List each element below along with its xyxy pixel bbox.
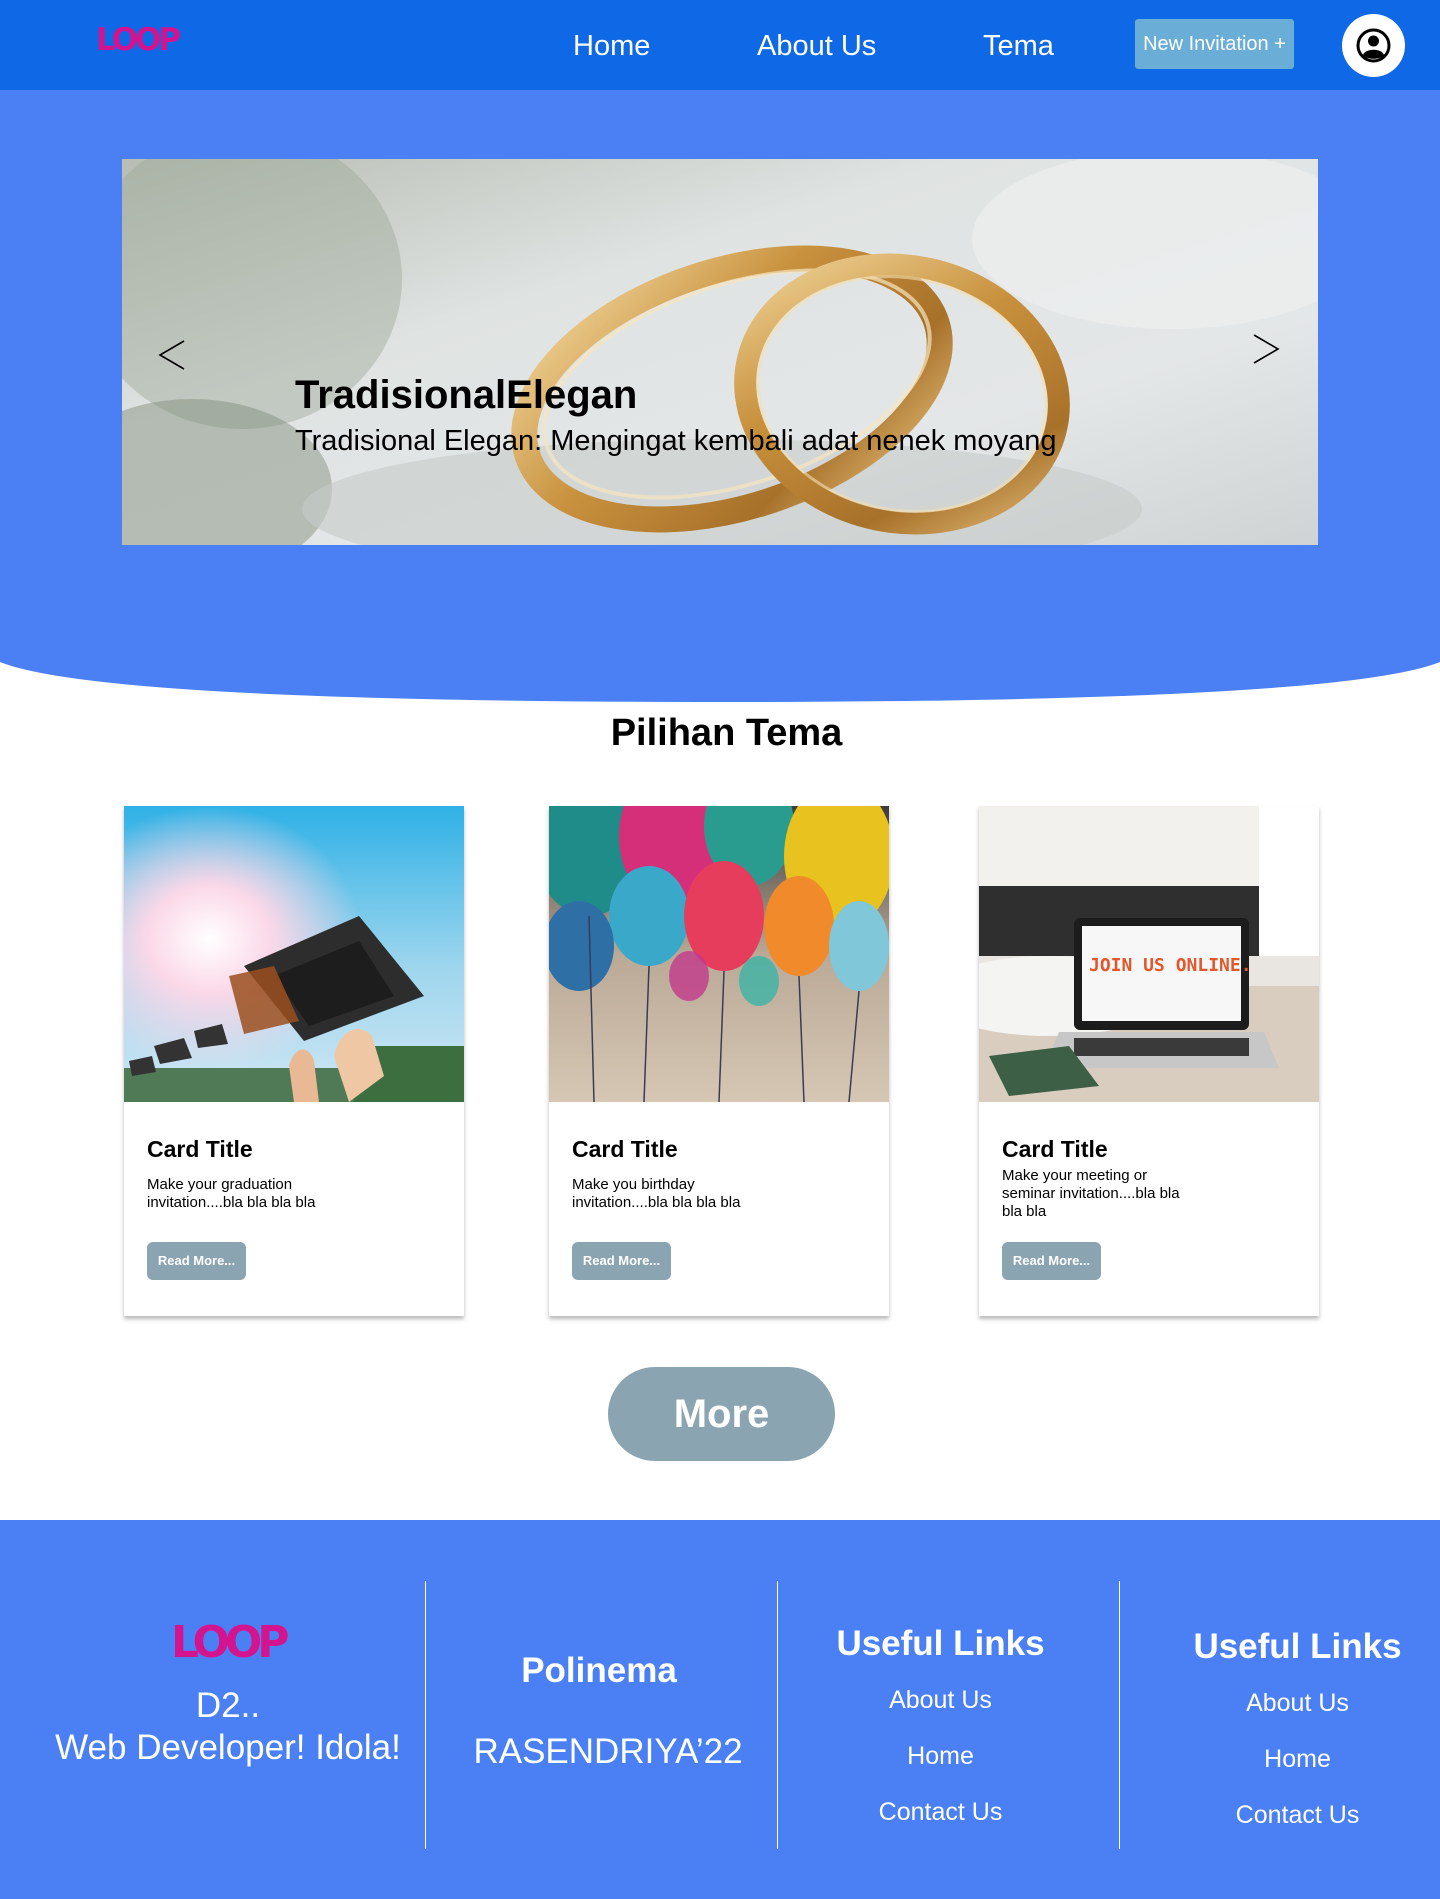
nav-link-home[interactable]: Home: [573, 30, 650, 63]
nav-link-tema[interactable]: Tema: [983, 30, 1054, 63]
laptop-image: JOIN US ONLINE.: [979, 806, 1319, 1102]
card-title: Card Title: [147, 1136, 253, 1162]
footer-useful-links-heading: Useful Links: [1193, 1627, 1402, 1666]
carousel-next-button[interactable]: [1246, 329, 1286, 369]
laptop-screen-text: JOIN US ONLINE.: [1089, 955, 1252, 976]
footer-tagline-line2: Web Developer! Idola!: [55, 1728, 401, 1767]
card-text: Make your meeting or seminar invitation.…: [1002, 1167, 1180, 1220]
footer-link-about-us[interactable]: About Us: [1120, 1689, 1440, 1718]
footer-useful-links-heading: Useful Links: [836, 1624, 1045, 1663]
footer-tagline-line1: D2..: [195, 1686, 261, 1725]
nav-logo[interactable]: LOOP: [96, 22, 181, 58]
chevron-right-icon: [1253, 334, 1280, 364]
carousel-title: TradisionalElegan: [295, 373, 638, 417]
balloons-image: [549, 806, 889, 1102]
carousel-prev-button[interactable]: [154, 335, 194, 375]
footer-link-about-us[interactable]: About Us: [778, 1686, 1103, 1715]
footer-divider: [425, 1581, 426, 1849]
hero-carousel[interactable]: TradisionalElegan Tradisional Elegan: Me…: [122, 159, 1318, 545]
theme-card-meeting: JOIN US ONLINE. Card Title Make your mee…: [979, 806, 1319, 1316]
section-title: Pilihan Tema: [610, 712, 843, 754]
card-text: Make your graduation invitation....bla b…: [147, 1176, 316, 1211]
wedding-rings-image: [122, 159, 1318, 545]
read-more-button[interactable]: Read More...: [1002, 1242, 1101, 1280]
new-invitation-button[interactable]: New Invitation +: [1135, 19, 1294, 69]
nav-link-about-us[interactable]: About Us: [757, 30, 876, 63]
graduation-image: [124, 806, 464, 1102]
theme-card-graduation: Card Title Make your graduation invitati…: [124, 806, 464, 1316]
more-button[interactable]: More: [608, 1367, 835, 1461]
footer-link-home[interactable]: Home: [1120, 1745, 1440, 1774]
read-more-button[interactable]: Read More...: [572, 1242, 671, 1280]
card-text: Make you birthday invitation....bla bla …: [572, 1176, 741, 1211]
card-title: Card Title: [572, 1136, 678, 1162]
read-more-button[interactable]: Read More...: [147, 1242, 246, 1280]
profile-button[interactable]: [1342, 14, 1405, 77]
footer-link-home[interactable]: Home: [778, 1742, 1103, 1771]
footer: LOOP D2.. Web Developer! Idola! Polinema…: [0, 1520, 1440, 1899]
footer-polinema-text: RASENDRIYA’22: [473, 1732, 743, 1771]
carousel-description: Tradisional Elegan: Mengingat kembali ad…: [295, 425, 1057, 457]
footer-polinema-heading: Polinema: [521, 1651, 677, 1690]
footer-link-contact-us[interactable]: Contact Us: [778, 1798, 1103, 1827]
footer-link-contact-us[interactable]: Contact Us: [1120, 1801, 1440, 1830]
card-title: Card Title: [1002, 1136, 1108, 1162]
user-circle-icon: [1356, 28, 1391, 63]
chevron-left-icon: [158, 340, 185, 370]
theme-card-birthday: Card Title Make you birthday invitation.…: [549, 806, 889, 1316]
footer-logo[interactable]: LOOP: [171, 1617, 290, 1668]
navbar: LOOP Home About Us Tema New Invitation +: [0, 0, 1440, 90]
